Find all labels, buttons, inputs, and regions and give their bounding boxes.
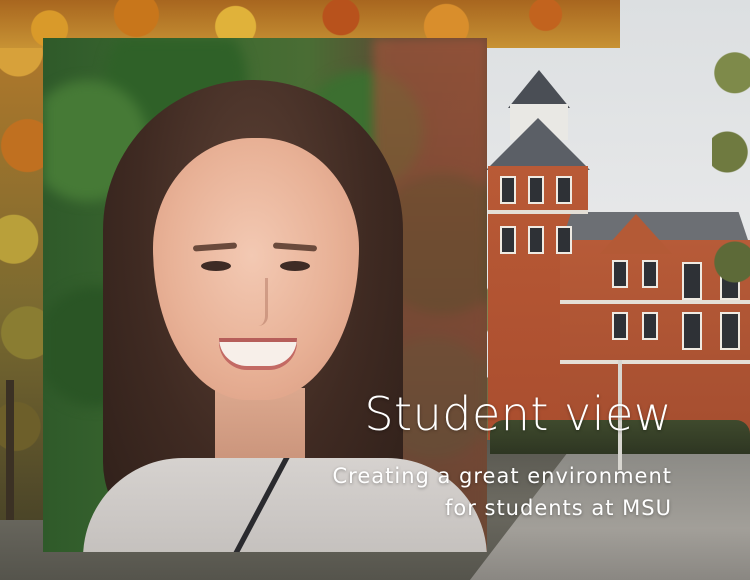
- window: [642, 312, 658, 340]
- window: [612, 312, 628, 340]
- neck: [215, 388, 305, 468]
- window: [500, 176, 516, 204]
- nose: [247, 278, 268, 326]
- tower-band: [488, 210, 588, 214]
- eye: [201, 261, 231, 271]
- hero-subtitle-line: Creating a great environment: [332, 464, 672, 488]
- hero-subtitle-line: for students at MSU: [444, 496, 672, 520]
- tree-left: [0, 0, 46, 520]
- window: [556, 176, 572, 204]
- eye: [280, 261, 310, 271]
- tree-right: [712, 20, 750, 460]
- window: [682, 262, 702, 300]
- tree-trunk: [6, 380, 14, 520]
- window: [528, 226, 544, 254]
- window: [682, 312, 702, 350]
- hero-title: Student view: [364, 387, 672, 441]
- window: [528, 176, 544, 204]
- window: [612, 260, 628, 288]
- window: [556, 226, 572, 254]
- hero-caption: Student view Creating a great environmen…: [333, 386, 673, 524]
- window: [500, 226, 516, 254]
- window: [642, 260, 658, 288]
- hero-subtitle: Creating a great environment for student…: [333, 460, 673, 524]
